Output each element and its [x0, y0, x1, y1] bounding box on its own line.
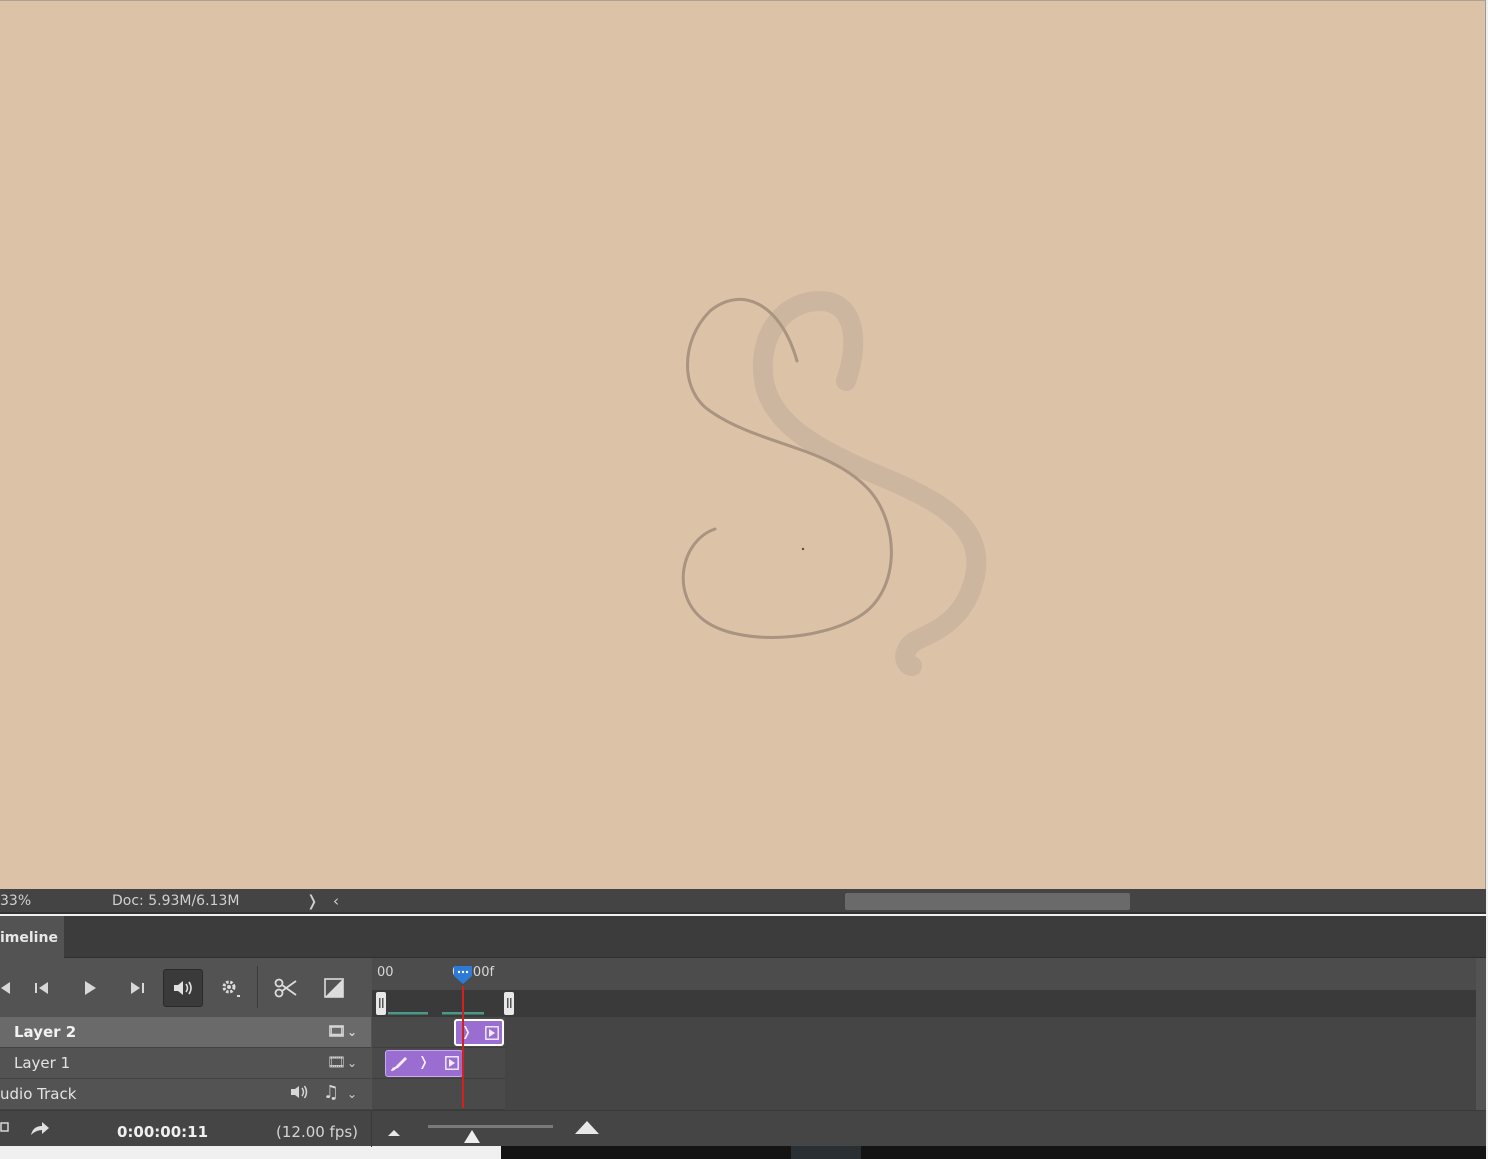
previous-frame-icon — [35, 982, 48, 994]
convert-frame-animation-icon[interactable] — [0, 1120, 12, 1138]
track-lane-layer-1[interactable]: ❭ — [372, 1048, 1476, 1079]
render-cache-bar-1 — [388, 1012, 428, 1015]
scroll-left-arrow-icon[interactable]: ‹ — [333, 892, 339, 910]
play-button[interactable] — [72, 970, 108, 1006]
track-lane-audio[interactable] — [372, 1079, 1476, 1110]
panel-tabbar: imeline — [0, 916, 1486, 959]
timeline-zoom-slider[interactable] — [428, 1125, 553, 1128]
frame-rate-display: (12.00 fps) — [276, 1123, 359, 1141]
next-frame-icon — [131, 982, 144, 994]
doc-size: Doc: 5.93M/6.13M — [112, 893, 240, 909]
playhead-line — [462, 986, 464, 1108]
track-header-layer-1[interactable]: Layer 1 🎞 ⌄ — [0, 1048, 371, 1079]
track-header-audio[interactable]: udio Track ♫ ⌄ — [0, 1079, 371, 1110]
next-frame-button[interactable] — [119, 970, 155, 1006]
work-area-range — [376, 992, 514, 1015]
go-to-first-frame-button[interactable] — [0, 970, 22, 1006]
brush-cursor-dot — [801, 547, 805, 551]
previous-frame-button[interactable] — [24, 970, 60, 1006]
document-canvas[interactable] — [0, 0, 1486, 889]
horizontal-scrollbar-thumb[interactable] — [845, 893, 1130, 910]
track-header-layer-2[interactable]: Layer 2 🎞 ⌄ — [0, 1017, 371, 1048]
film-strip-icon[interactable]: 🎞 — [327, 1022, 346, 1040]
render-video-icon[interactable] — [29, 1119, 51, 1141]
mute-audio-button[interactable] — [163, 969, 203, 1007]
chevron-down-icon[interactable]: ⌄ — [347, 1025, 357, 1039]
timeline-controls — [0, 958, 371, 1017]
chevron-down-icon[interactable]: ⌄ — [347, 1087, 357, 1101]
current-time-display[interactable]: 0:00:00:11 — [117, 1123, 208, 1141]
controls-divider — [257, 966, 258, 1008]
zoom-in-icon[interactable] — [574, 1119, 600, 1139]
track-name-audio: udio Track — [0, 1085, 77, 1103]
film-strip-icon[interactable]: 🎞 — [327, 1053, 346, 1071]
track-name-layer-1: Layer 1 — [14, 1054, 71, 1072]
gear-icon — [222, 980, 240, 997]
status-more-arrow-icon[interactable]: ❭ — [306, 892, 319, 910]
track-lane-layer-2[interactable]: ❭ — [372, 1017, 1476, 1048]
brush-icon — [391, 1057, 407, 1071]
lane-empty-region — [505, 1017, 1476, 1048]
chevron-down-icon[interactable]: ⌄ — [347, 1056, 357, 1070]
status-bar: 33% Doc: 5.93M/6.13M ❭ ‹ — [0, 889, 1486, 914]
ruler-start-label: 00 — [377, 965, 394, 980]
work-area-bar[interactable] — [372, 990, 1476, 1017]
clip-chevron-icon: ❭ — [418, 1055, 429, 1070]
footer-divider — [371, 1111, 372, 1147]
work-area-end-handle — [504, 992, 514, 1015]
track-name-layer-2: Layer 2 — [14, 1023, 77, 1041]
taskbar-active-app[interactable] — [791, 1146, 861, 1159]
scissors-icon — [274, 978, 297, 998]
lane-empty-region — [505, 1048, 1476, 1079]
play-icon — [85, 981, 96, 995]
audio-speaker-icon[interactable] — [289, 1084, 309, 1104]
music-note-icon[interactable]: ♫ — [323, 1082, 339, 1103]
split-at-playhead-button[interactable] — [268, 970, 304, 1006]
timeline-footer: 0:00:00:11 (12.00 fps) — [0, 1110, 1486, 1147]
zoom-out-icon[interactable] — [386, 1123, 402, 1141]
transition-icon — [324, 978, 344, 998]
playhead-handle[interactable] — [452, 965, 474, 985]
os-taskbar — [501, 1146, 1486, 1159]
work-area-start-handle — [376, 992, 386, 1015]
tab-timeline[interactable]: imeline — [0, 916, 64, 959]
zoom-level[interactable]: 33% — [0, 893, 31, 909]
clip-layer-1[interactable]: ❭ — [385, 1050, 463, 1077]
time-ruler[interactable]: 00 01:00f — [372, 958, 1476, 990]
lane-empty-region — [505, 1079, 1476, 1110]
speaker-icon — [174, 981, 192, 995]
clip-end-icon — [485, 1026, 499, 1040]
timeline-zoom-slider-thumb[interactable] — [463, 1130, 480, 1143]
transition-button[interactable] — [316, 970, 352, 1006]
clip-end-icon — [445, 1056, 459, 1070]
first-frame-icon — [1, 982, 10, 994]
timeline-settings-button[interactable] — [212, 970, 248, 1006]
sketch-drawing — [681, 290, 987, 676]
